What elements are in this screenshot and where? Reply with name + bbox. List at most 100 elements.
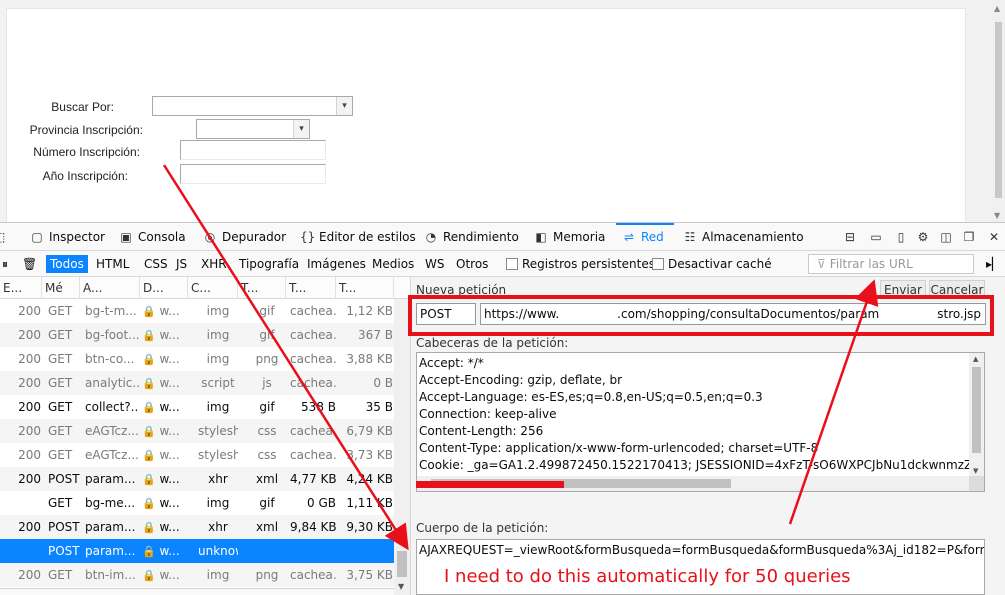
filter-all[interactable]: Todos xyxy=(46,255,88,273)
body-label: Cuerpo de la petición: xyxy=(416,521,549,535)
tab-console[interactable]: ▣ Consola xyxy=(119,223,185,251)
cancel-button[interactable]: Cancelar xyxy=(929,280,985,298)
cell-type: js xyxy=(262,376,272,390)
cell-file: bg-t-m... xyxy=(85,304,137,318)
filter-xhr[interactable]: XHR xyxy=(197,255,231,273)
tab-memory[interactable]: ◧ Memoria xyxy=(534,223,605,251)
header-line: Accept: */* xyxy=(419,356,484,370)
scroll-down-icon[interactable]: ▼ xyxy=(398,582,404,591)
checkbox-box[interactable] xyxy=(506,258,518,270)
dock-side-icon[interactable]: ◫ xyxy=(938,229,954,245)
cell-type: gif xyxy=(259,304,275,318)
persist-logs-checkbox[interactable]: Registros persistentes xyxy=(506,256,655,272)
table-row[interactable]: 200 GET eAGTcz...🔒 w... stylesh... css cachea… xyxy=(0,419,394,443)
tab-style-editor[interactable]: {} Editor de estilos xyxy=(300,223,416,251)
table-row[interactable]: 200 GET btn-co... 🔒 w... img png cachea... 3,88… xyxy=(0,347,394,371)
web-page-area: ▲ ▼ xyxy=(0,0,1005,222)
disable-cache-checkbox[interactable]: Desactivar caché xyxy=(652,256,772,272)
filter-fonts[interactable]: Tipografía xyxy=(235,255,303,273)
table-row[interactable]: 200 GET eAGTcz...🔒 w... stylesh... css cachea… xyxy=(0,443,394,467)
url-filter-input[interactable]: ⊽ Filtrar las URL xyxy=(808,254,974,274)
table-scroll-thumb[interactable] xyxy=(397,551,407,577)
cell-method: GET xyxy=(48,376,73,390)
cell-file: collect?... xyxy=(85,400,139,414)
col-transferred[interactable]: T... xyxy=(286,277,336,299)
settings-icon[interactable]: ⚙ xyxy=(915,229,931,245)
table-row[interactable]: 200 GET btn-im... 🔒 w... img png cachea... 3,75… xyxy=(0,563,394,587)
tab-debugger[interactable]: ◎ Depurador xyxy=(203,223,286,251)
table-scrollbar[interactable]: ▼ xyxy=(394,299,410,595)
cell-size: 3,88 KB xyxy=(346,352,393,366)
checkbox-box[interactable] xyxy=(652,258,664,270)
page-scroll-thumb[interactable] xyxy=(995,22,1002,198)
col-status[interactable]: E... xyxy=(0,277,42,299)
col-method[interactable]: Mé xyxy=(42,277,80,299)
filter-other[interactable]: Otros xyxy=(452,255,492,273)
cell-size: 3,73 KB xyxy=(346,448,393,462)
close-icon[interactable]: ✕ xyxy=(986,229,1002,245)
cell-cause: xhr xyxy=(208,472,228,486)
method-input[interactable]: POST xyxy=(416,303,476,325)
url-input[interactable]: https://www. .com/shopping/consultaDocume… xyxy=(480,303,986,325)
buscar-por-select[interactable]: ▾ xyxy=(152,96,353,116)
col-type[interactable]: T... xyxy=(238,277,286,299)
table-row[interactable]: 200 POST param... 🔒 w... xhr xml 4,77 KB 4,24 K… xyxy=(0,467,394,491)
filter-images[interactable]: Imágenes xyxy=(303,255,370,273)
headers-vscrollbar[interactable]: ▲ ▼ xyxy=(969,353,984,477)
filter-icon: ⊽ xyxy=(817,257,826,271)
cell-type: xml xyxy=(255,472,279,486)
performance-icon: ◔ xyxy=(425,230,437,244)
table-row[interactable]: 200 POST param... 🔒 w... xhr xml 9,84 KB 9,30 K… xyxy=(0,515,394,539)
table-row[interactable]: GET bg-me... 🔒 w... img gif 0 GB 1,11 KB xyxy=(0,491,394,515)
lock-icon: 🔒 xyxy=(142,473,156,486)
network-status-bar xyxy=(0,588,394,595)
filter-ws[interactable]: WS xyxy=(421,255,448,273)
scroll-down-icon[interactable]: ▼ xyxy=(973,467,978,475)
headers-textarea[interactable]: Accept: */* Accept-Encoding: gzip, defla… xyxy=(416,352,985,492)
send-button[interactable]: Enviar xyxy=(880,280,926,298)
tab-storage[interactable]: ☷ Almacenamiento xyxy=(683,223,804,251)
scroll-corner xyxy=(969,476,984,491)
tab-network[interactable]: ⇌ Red xyxy=(616,223,674,251)
responsive-design-icon[interactable]: ▯ xyxy=(893,229,909,245)
scroll-down-icon[interactable]: ▼ xyxy=(994,211,1000,220)
filter-html[interactable]: HTML xyxy=(92,255,133,273)
cell-type: css xyxy=(257,424,277,438)
col-domain[interactable]: D... xyxy=(140,277,188,299)
tab-inspector[interactable]: ▢ Inspector xyxy=(30,223,105,251)
split-console-icon[interactable]: ▭ xyxy=(868,229,884,245)
cell-size xyxy=(343,539,393,563)
table-row[interactable]: 200 GET bg-foot...🔒 w... img gif cachea... 367… xyxy=(0,323,394,347)
scroll-up-icon[interactable]: ▲ xyxy=(994,4,1000,13)
pause-icon[interactable]: ⏸ xyxy=(0,255,12,273)
page-scrollbar[interactable]: ▲ ▼ xyxy=(992,0,1005,222)
cell-file: param... xyxy=(85,472,136,486)
numero-input[interactable] xyxy=(180,140,326,160)
lock-icon: 🔒 xyxy=(142,329,156,342)
element-picker-icon[interactable]: ⬚ xyxy=(0,223,5,251)
anio-input[interactable] xyxy=(180,164,326,184)
header-line: Accept-Encoding: gzip, deflate, br xyxy=(419,373,623,387)
filter-media[interactable]: Medios xyxy=(368,255,418,273)
cell-type: css xyxy=(257,448,277,462)
headers-vscroll-thumb[interactable] xyxy=(972,367,981,453)
tab-performance[interactable]: ◔ Rendimiento xyxy=(424,223,519,251)
toggle-sidebar-icon[interactable]: ▸▏ xyxy=(982,255,1005,273)
table-row[interactable]: 200 GET collect?... 🔒 w... img gif 538 B 35 B xyxy=(0,395,394,419)
filter-css[interactable]: CSS xyxy=(140,255,172,273)
dock-options-icon[interactable]: ⊟ xyxy=(842,229,858,245)
col-size[interactable]: T... xyxy=(336,277,394,299)
table-row[interactable]: POST param... 🔒 w... unknown xyxy=(0,539,394,563)
col-file[interactable]: A... xyxy=(80,277,140,299)
table-header: E... Mé A... D... C... T... T... T... xyxy=(0,277,410,299)
table-row[interactable]: 200 GET analytic...🔒 w... script js cachea...… xyxy=(0,371,394,395)
filter-js[interactable]: JS xyxy=(172,255,191,273)
cell-transferred: cachea... xyxy=(290,568,336,582)
scroll-up-icon[interactable]: ▲ xyxy=(973,355,978,363)
trash-icon[interactable]: 🗑 xyxy=(18,255,41,273)
separate-window-icon[interactable]: ❐ xyxy=(961,229,977,245)
col-cause[interactable]: C... xyxy=(188,277,238,299)
table-row[interactable]: 200 GET bg-t-m... 🔒 w... img gif cachea... 1,12… xyxy=(0,299,394,323)
provincia-select[interactable]: ▾ xyxy=(196,119,310,139)
cell-cause: img xyxy=(206,304,230,318)
